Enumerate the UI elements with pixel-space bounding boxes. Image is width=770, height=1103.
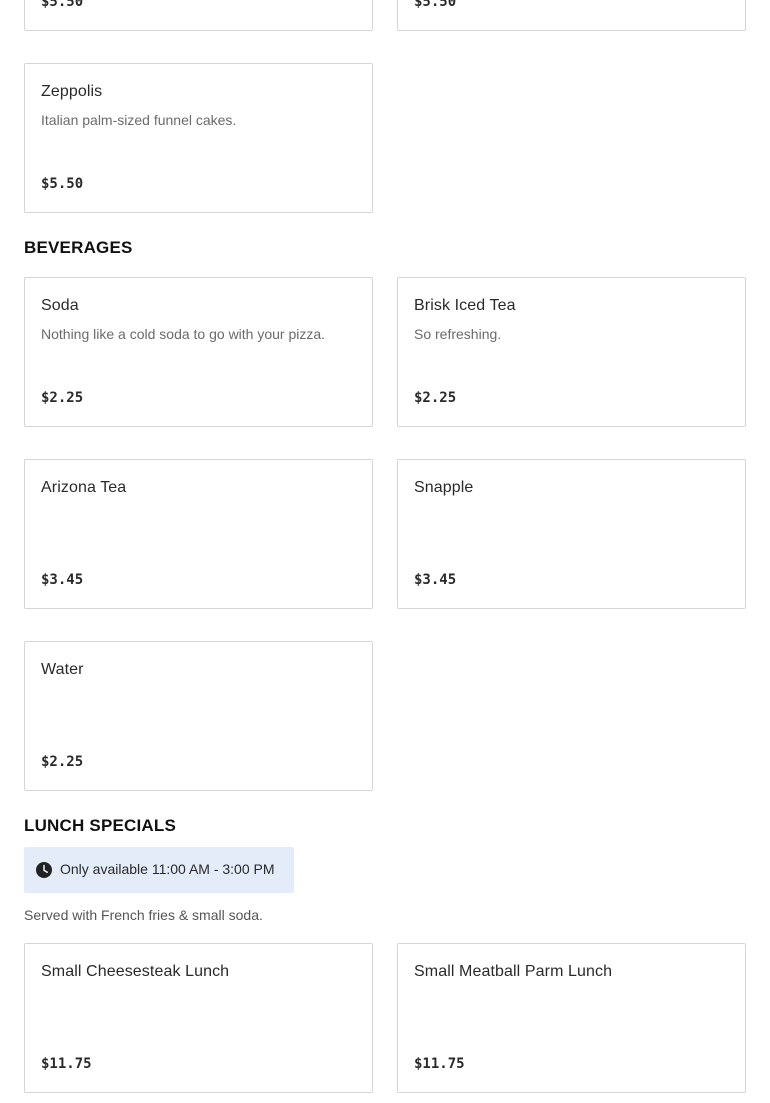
item-name: Zeppolis [41, 83, 103, 100]
item-price: $2.25 [41, 390, 84, 406]
item-name: Snapple [414, 479, 474, 496]
item-price: $3.45 [41, 572, 84, 588]
item-price: $3.45 [414, 572, 457, 588]
menu-item-card-snapple[interactable]: Snapple $3.45 [397, 459, 746, 609]
item-name: Water [41, 661, 84, 678]
item-name: Small Meatball Parm Lunch [414, 963, 613, 980]
menu-item-card-small-meatball-parm-lunch[interactable]: Small Meatball Parm Lunch $11.75 [397, 943, 746, 1093]
menu-item-card-zeppolis[interactable]: Zeppolis Italian palm-sized funnel cakes… [24, 63, 373, 213]
availability-text: Only available 11:00 AM - 3:00 PM [60, 861, 275, 877]
menu-item-card-water[interactable]: Water $2.25 [24, 641, 373, 791]
section-title-beverages: BEVERAGES [24, 238, 133, 257]
item-price: $2.25 [41, 754, 84, 770]
menu-page: $5.50 $5.50 Zeppolis Italian palm-sized … [0, 0, 770, 1103]
menu-item-card[interactable]: $5.50 [24, 0, 373, 31]
section-note: Served with French fries & small soda. [24, 907, 263, 923]
menu-item-card[interactable]: $5.50 [397, 0, 746, 31]
availability-banner: Only available 11:00 AM - 3:00 PM [24, 847, 294, 893]
menu-item-card-soda[interactable]: Soda Nothing like a cold soda to go with… [24, 277, 373, 427]
item-name: Brisk Iced Tea [414, 297, 516, 314]
item-price: $11.75 [41, 1056, 92, 1072]
item-name: Arizona Tea [41, 479, 127, 496]
item-name: Small Cheesesteak Lunch [41, 963, 230, 980]
item-price: $5.50 [41, 176, 84, 192]
item-description: So refreshing. [414, 326, 502, 342]
item-price: $5.50 [414, 0, 457, 10]
clock-icon [36, 862, 52, 878]
item-price: $11.75 [414, 1056, 465, 1072]
item-description: Italian palm-sized funnel cakes. [41, 112, 237, 128]
item-name: Soda [41, 297, 79, 314]
menu-item-card-brisk-iced-tea[interactable]: Brisk Iced Tea So refreshing. $2.25 [397, 277, 746, 427]
menu-item-card-arizona-tea[interactable]: Arizona Tea $3.45 [24, 459, 373, 609]
item-price: $2.25 [414, 390, 457, 406]
item-price: $5.50 [41, 0, 84, 10]
item-description: Nothing like a cold soda to go with your… [41, 326, 326, 342]
section-title-lunch-specials: LUNCH SPECIALS [24, 816, 177, 835]
menu-item-card-small-cheesesteak-lunch[interactable]: Small Cheesesteak Lunch $11.75 [24, 943, 373, 1093]
